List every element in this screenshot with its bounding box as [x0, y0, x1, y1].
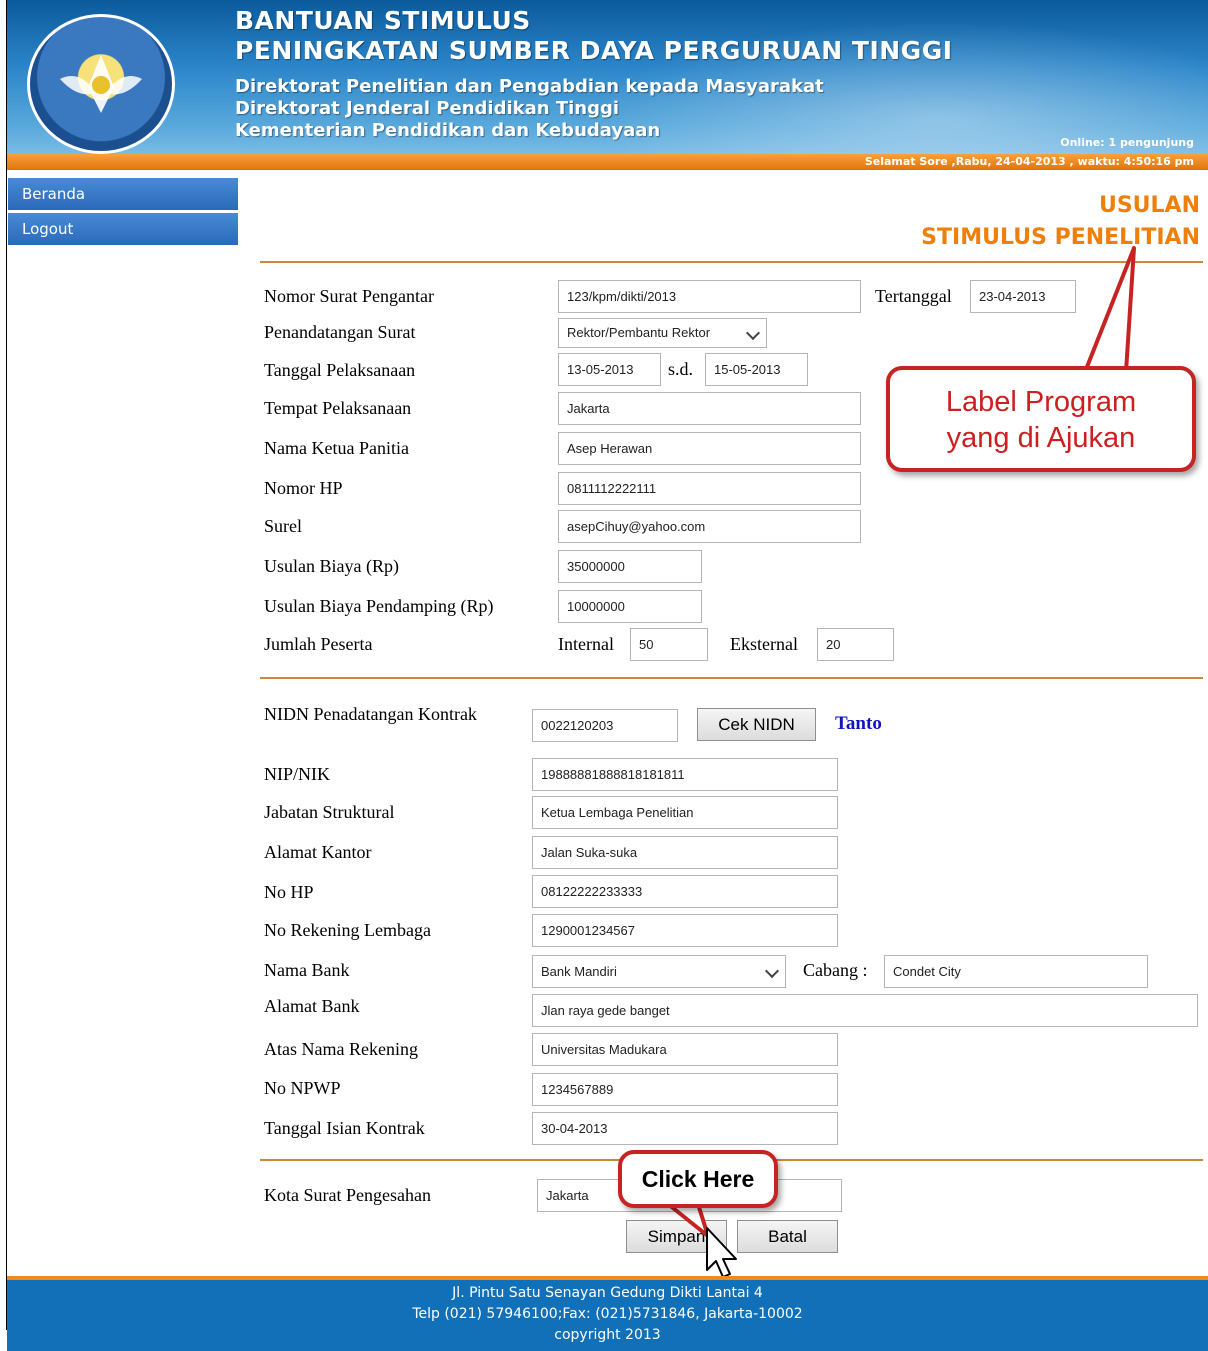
cabang-input[interactable]: Condet City — [884, 955, 1148, 988]
no-hp-input[interactable]: 08122222233333 — [532, 875, 838, 908]
page-left-border — [6, 0, 7, 1330]
callout-program-line2: yang di Ajukan — [946, 422, 1136, 454]
label-nama-bank: Nama Bank — [264, 960, 350, 980]
jabatan-input[interactable]: Ketua Lembaga Penelitian — [532, 796, 838, 829]
label-nip: NIP/NIK — [264, 764, 330, 784]
footer-phone: Telp (021) 57946100;Fax: (021)5731846, J… — [412, 1306, 803, 1322]
label-kota-pengesahan: Kota Surat Pengesahan — [264, 1185, 431, 1205]
header-subtitle-line1: Direktorat Penelitian dan Pengabdian kep… — [235, 76, 824, 97]
tanggal-selesai-input[interactable]: 15-05-2013 — [705, 353, 808, 386]
callout-label-program: Label Program yang di Ajukan — [886, 366, 1196, 472]
alamat-bank-input[interactable]: Jlan raya gede banget — [532, 994, 1198, 1027]
online-counter: Online: 1 pengunjung — [1060, 136, 1194, 149]
label-tertanggal: Tertanggal — [875, 286, 952, 306]
atas-nama-input[interactable]: Universitas Madukara — [532, 1033, 838, 1066]
internal-input[interactable]: 50 — [630, 628, 708, 661]
label-ketua: Nama Ketua Panitia — [264, 438, 409, 458]
surel-input[interactable]: asepCihuy@yahoo.com — [558, 510, 861, 543]
label-tanggal-pelaksanaan: Tanggal Pelaksanaan — [264, 360, 416, 380]
tanggal-kontrak-input[interactable]: 30-04-2013 — [532, 1112, 838, 1145]
header-title-line1: BANTUAN STIMULUS — [235, 6, 531, 35]
footer-address: Jl. Pintu Satu Senayan Gedung Dikti Lant… — [452, 1285, 763, 1301]
penandatangan-select-value: Rektor/Pembantu Rektor — [567, 325, 711, 340]
eksternal-input[interactable]: 20 — [817, 628, 894, 661]
header-title-line2: PENINGKATAN SUMBER DAYA PERGURUAN TINGGI — [235, 36, 953, 65]
greeting-datetime: Selamat Sore ,Rabu, 24-04-2013 , waktu: … — [864, 155, 1194, 168]
callout-click-here: Click Here — [618, 1150, 778, 1208]
header-subtitle-line3: Kementerian Pendidikan dan Kebudayaan — [235, 120, 661, 141]
divider — [260, 677, 1203, 679]
nip-input[interactable]: 19888881888818181811 — [532, 758, 838, 791]
npwp-input[interactable]: 1234567889 — [532, 1073, 838, 1106]
label-biaya-pendamping: Usulan Biaya Pendamping (Rp) — [264, 596, 494, 616]
label-cabang: Cabang : — [803, 960, 868, 980]
label-penandatangan: Penandatangan Surat — [264, 322, 416, 342]
nomor-surat-input[interactable]: 123/kpm/dikti/2013 — [558, 280, 861, 313]
label-alamat-bank: Alamat Bank — [264, 996, 360, 1016]
page-title-line2: STIMULUS PENELITIAN — [921, 225, 1200, 250]
divider — [260, 261, 1203, 263]
site-header: BANTUAN STIMULUS PENINGKATAN SUMBER DAYA… — [7, 0, 1208, 170]
label-surel: Surel — [264, 516, 302, 536]
label-atas-nama: Atas Nama Rekening — [264, 1039, 418, 1059]
sidebar-item-beranda[interactable]: Beranda — [8, 178, 238, 211]
header-subtitle-line2: Direktorat Jenderal Pendidikan Tinggi — [235, 98, 620, 119]
nama-bank-select-value: Bank Mandiri — [541, 964, 617, 979]
label-jabatan: Jabatan Struktural — [264, 802, 395, 822]
tertanggal-input[interactable]: 23-04-2013 — [970, 280, 1076, 313]
label-internal: Internal — [558, 634, 614, 654]
sidebar-item-logout[interactable]: Logout — [8, 213, 238, 246]
chevron-down-icon — [764, 963, 780, 979]
label-nomor-surat: Nomor Surat Pengantar — [264, 286, 434, 306]
label-alamat-kantor: Alamat Kantor — [264, 842, 372, 862]
label-no-hp: No HP — [264, 882, 314, 902]
label-nomor-hp: Nomor HP — [264, 478, 343, 498]
nidn-result-name: Tanto — [835, 713, 882, 734]
cek-nidn-button[interactable]: Cek NIDN — [697, 708, 816, 741]
site-footer: Jl. Pintu Satu Senayan Gedung Dikti Lant… — [7, 1276, 1208, 1351]
tanggal-mulai-input[interactable]: 13-05-2013 — [558, 353, 661, 386]
label-rekening: No Rekening Lembaga — [264, 920, 431, 940]
callout-pointer — [1083, 246, 1136, 374]
nama-bank-select[interactable]: Bank Mandiri — [532, 955, 786, 988]
footer-copyright: copyright 2013 — [554, 1327, 661, 1343]
ketua-input[interactable]: Asep Herawan — [558, 432, 861, 465]
penandatangan-select[interactable]: Rektor/Pembantu Rektor — [558, 318, 767, 348]
alamat-kantor-input[interactable]: Jalan Suka-suka — [532, 836, 838, 869]
label-nidn: NIDN Penadatangan Kontrak — [264, 704, 477, 724]
label-eksternal: Eksternal — [730, 634, 798, 654]
simpan-button[interactable]: Simpan — [626, 1220, 727, 1253]
page-title-line1: USULAN — [1098, 193, 1200, 218]
tempat-input[interactable]: Jakarta — [558, 392, 861, 425]
chevron-down-icon — [745, 325, 761, 341]
label-tempat: Tempat Pelaksanaan — [264, 398, 412, 418]
batal-button[interactable]: Batal — [737, 1220, 838, 1253]
label-tanggal-kontrak: Tanggal Isian Kontrak — [264, 1118, 425, 1138]
biaya-pendamping-input[interactable]: 10000000 — [558, 590, 702, 623]
callout-program-line1: Label Program — [945, 386, 1137, 418]
label-sd: s.d. — [668, 359, 694, 379]
rekening-input[interactable]: 1290001234567 — [532, 914, 838, 947]
nomor-hp-input[interactable]: 0811112222111 — [558, 472, 861, 505]
label-npwp: No NPWP — [264, 1078, 341, 1098]
label-jumlah-peserta: Jumlah Peserta — [264, 634, 373, 654]
usulan-biaya-input[interactable]: 35000000 — [558, 550, 702, 583]
tut-wuri-handayani-logo-icon — [27, 14, 175, 154]
nidn-input[interactable]: 0022120203 — [532, 709, 678, 742]
label-usulan-biaya: Usulan Biaya (Rp) — [264, 556, 399, 576]
